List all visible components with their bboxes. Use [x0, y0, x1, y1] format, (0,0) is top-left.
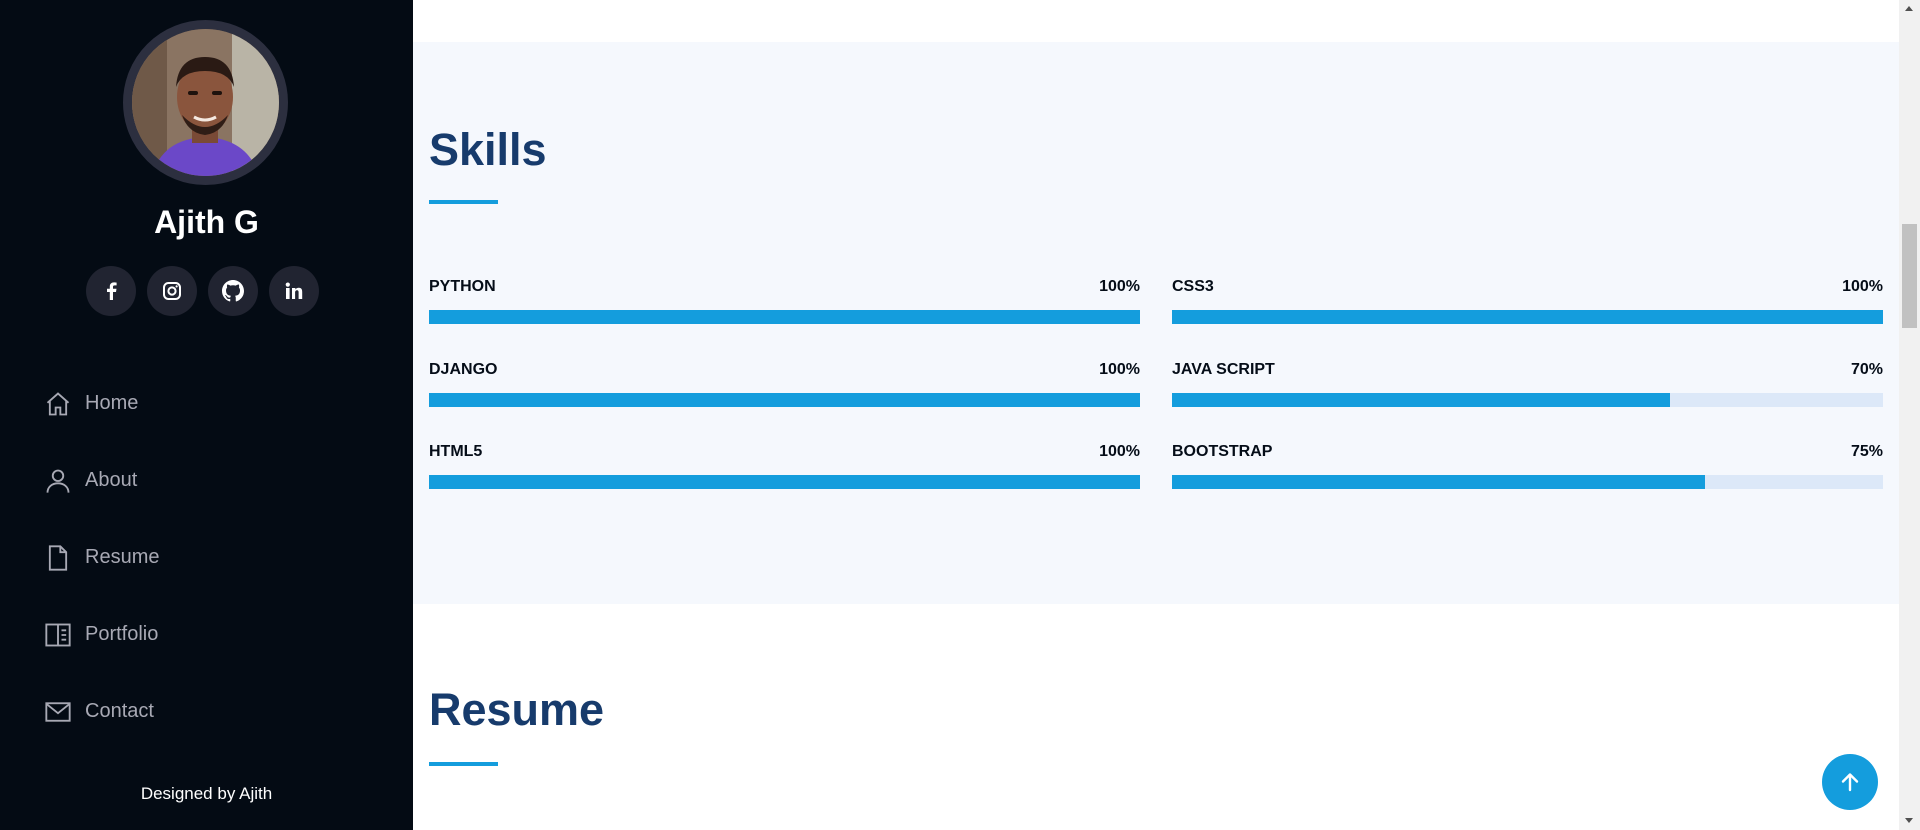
skill-progress-track: [1172, 310, 1883, 324]
skills-title-underline: [429, 200, 498, 204]
skill-progress-track: [429, 393, 1140, 407]
skill-progress-track: [1172, 393, 1883, 407]
skill-django: DJANGO 100%: [429, 360, 1140, 407]
footer-credit: Designed by Ajith: [140, 784, 273, 803]
skill-css3: CSS3 100%: [1172, 277, 1883, 324]
page-scrollbar[interactable]: [1899, 0, 1920, 830]
resume-title: Resume: [429, 684, 605, 735]
skill-progress-fill: [429, 310, 1140, 324]
skill-progress-fill: [1172, 310, 1883, 324]
skill-percent: 100%: [1099, 278, 1140, 295]
nav-item-resume[interactable]: Resume: [40, 519, 159, 596]
skill-name: HTML5: [429, 443, 483, 460]
nav-item-about[interactable]: About: [40, 442, 159, 519]
github-icon: [222, 280, 244, 302]
skills-section: Skills PYTHON 100% CSS3 100% DJANGO 100%…: [413, 42, 1899, 604]
skill-name: CSS3: [1172, 278, 1214, 295]
sidebar: Ajith G Home About Resume Portfolio Cont…: [0, 0, 413, 830]
skill-percent: 70%: [1850, 361, 1883, 378]
skill-bootstrap: BOOTSTRAP 75%: [1172, 442, 1883, 489]
skill-javascript: JAVA SCRIPT 70%: [1172, 360, 1883, 407]
resume-title-underline: [429, 762, 498, 766]
file-icon: [40, 540, 75, 575]
skill-percent: 75%: [1850, 443, 1883, 460]
back-to-top-button[interactable]: [1822, 754, 1878, 810]
skill-name: DJANGO: [429, 361, 498, 378]
skill-progress-track: [1172, 475, 1883, 489]
facebook-button[interactable]: [86, 266, 136, 316]
nav-item-contact[interactable]: Contact: [40, 673, 159, 750]
skill-percent: 100%: [1842, 278, 1883, 295]
skill-name: JAVA SCRIPT: [1172, 361, 1275, 378]
linkedin-icon: [285, 282, 303, 299]
instagram-icon: [163, 282, 181, 300]
envelope-icon: [40, 694, 75, 729]
skill-progress-track: [429, 310, 1140, 324]
scroll-thumb[interactable]: [1902, 224, 1917, 328]
nav-label-portfolio: Portfolio: [85, 623, 159, 645]
skill-progress-fill: [429, 475, 1140, 489]
scroll-down-arrow-icon[interactable]: [1905, 818, 1913, 823]
skill-percent: 100%: [1099, 361, 1140, 378]
skill-progress-fill: [1172, 393, 1670, 407]
github-button[interactable]: [208, 266, 258, 316]
arrow-up-icon: [1841, 773, 1859, 792]
person-icon: [40, 463, 75, 498]
main-content: Skills PYTHON 100% CSS3 100% DJANGO 100%…: [413, 0, 1899, 830]
skill-html5: HTML5 100%: [429, 442, 1140, 489]
skill-progress-fill: [1172, 475, 1706, 489]
linkedin-button[interactable]: [269, 266, 319, 316]
social-links: [86, 266, 319, 316]
nav-label-about: About: [85, 469, 138, 491]
avatar: [123, 20, 288, 185]
skill-progress-track: [429, 475, 1140, 489]
nav-label-resume: Resume: [85, 546, 160, 568]
profile-name: Ajith G: [154, 204, 259, 240]
skill-name: BOOTSTRAP: [1172, 443, 1273, 460]
scroll-up-arrow-icon[interactable]: [1905, 6, 1913, 11]
main-nav: Home About Resume Portfolio Contact: [40, 365, 159, 750]
nav-item-home[interactable]: Home: [40, 365, 159, 442]
nav-label-home: Home: [85, 392, 139, 414]
skills-title: Skills: [429, 124, 547, 175]
skill-python: PYTHON 100%: [429, 277, 1140, 324]
profile-photo: [132, 29, 279, 176]
instagram-button[interactable]: [147, 266, 197, 316]
book-icon: [40, 617, 75, 652]
nav-item-portfolio[interactable]: Portfolio: [40, 596, 159, 673]
skill-percent: 100%: [1099, 443, 1140, 460]
skill-progress-fill: [429, 393, 1140, 407]
home-icon: [40, 386, 75, 421]
skill-name: PYTHON: [429, 278, 496, 295]
facebook-icon: [107, 282, 117, 300]
nav-label-contact: Contact: [85, 700, 154, 722]
